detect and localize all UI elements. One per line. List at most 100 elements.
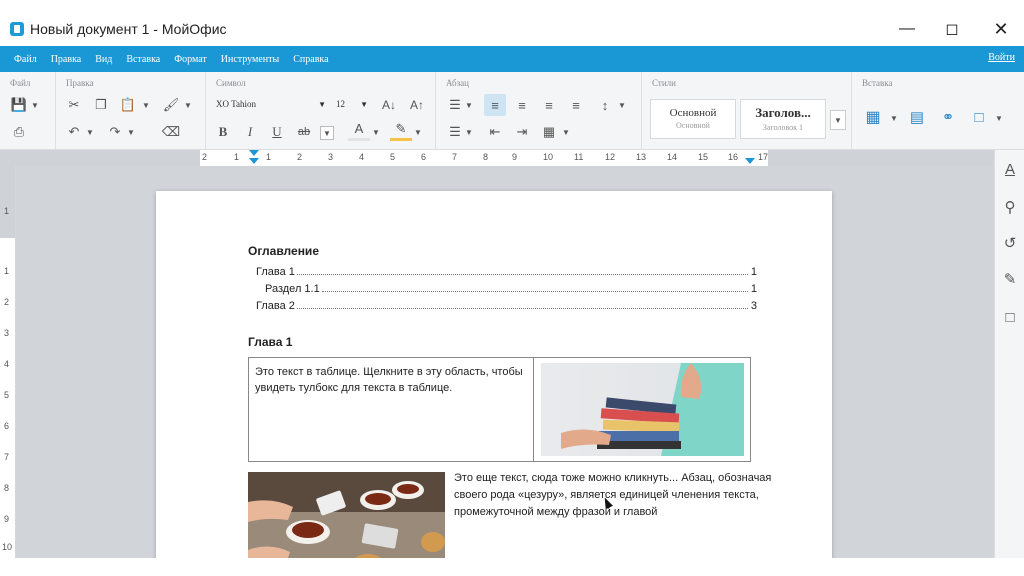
decrease-font-icon[interactable]: A↓ bbox=[378, 94, 400, 116]
menu-edit[interactable]: Правка bbox=[51, 54, 82, 65]
decrease-indent-icon[interactable]: ⇤ bbox=[484, 121, 506, 143]
vruler-tick-label: 1 bbox=[4, 206, 10, 216]
line-spacing-icon[interactable]: ↕ bbox=[594, 94, 616, 116]
chapter-heading[interactable]: Глава 1 bbox=[248, 335, 292, 349]
ruler-tick-label: 1 bbox=[234, 152, 240, 162]
print-icon[interactable]: ⎙ bbox=[8, 121, 30, 143]
align-justify-icon[interactable]: ≡ bbox=[565, 94, 587, 116]
horizontal-ruler[interactable]: 2 1 1 2 3 4 5 6 7 8 9 10 11 12 13 14 15 … bbox=[0, 150, 994, 166]
ruler-tick-label: 5 bbox=[390, 152, 396, 162]
table-cell-text[interactable]: Это текст в таблице. Щелкните в эту обла… bbox=[255, 364, 535, 396]
font-size-select[interactable]: 12 ▼ bbox=[336, 94, 368, 114]
italic-button[interactable]: I bbox=[239, 121, 261, 143]
group-file: Файл 💾 ▼ ⎙ bbox=[0, 72, 56, 150]
font-name-dropdown-icon[interactable]: ▼ bbox=[318, 100, 326, 109]
menu-view[interactable]: Вид bbox=[95, 54, 112, 65]
style-normal[interactable]: Основной Основной bbox=[650, 99, 736, 139]
font-name-select[interactable]: XO Tahion ▼ bbox=[216, 94, 326, 114]
copy-icon[interactable]: ❐ bbox=[90, 94, 112, 116]
document-icon[interactable]: □ bbox=[1001, 308, 1019, 326]
group-edit-label: Правка bbox=[66, 78, 94, 88]
insert-comment-dropdown-icon[interactable]: ▼ bbox=[995, 114, 1003, 123]
login-link[interactable]: Войти bbox=[988, 52, 1015, 63]
books-photo[interactable] bbox=[541, 363, 744, 456]
font-size-dropdown-icon[interactable]: ▼ bbox=[360, 100, 368, 109]
insert-table-dropdown-icon[interactable]: ▼ bbox=[890, 114, 898, 123]
format-painter-icon[interactable]: 🖌 bbox=[160, 94, 182, 116]
line-spacing-dropdown-icon[interactable]: ▼ bbox=[618, 101, 626, 110]
styles-more-icon[interactable]: ▼ bbox=[830, 110, 846, 130]
vertical-ruler[interactable]: 1 1 2 3 4 5 6 7 8 9 10 bbox=[0, 166, 16, 558]
group-insert: Вставка ▦ ▼ ▤ ⚭ □ ▼ bbox=[852, 72, 1024, 150]
numbered-list-dropdown-icon[interactable]: ▼ bbox=[465, 128, 473, 137]
review-icon[interactable]: ✎ bbox=[1001, 270, 1019, 288]
save-icon[interactable]: 💾 bbox=[8, 94, 30, 116]
paragraph-spacing-icon[interactable]: ▦ bbox=[538, 121, 560, 143]
font-color-dropdown-icon[interactable]: ▼ bbox=[372, 128, 380, 137]
insert-table-icon[interactable]: ▦ bbox=[862, 106, 884, 128]
ruler-tick-label: 2 bbox=[297, 152, 303, 162]
save-dropdown-icon[interactable]: ▼ bbox=[31, 101, 39, 110]
numbered-list-icon[interactable]: ☰ bbox=[444, 121, 466, 143]
menu-insert[interactable]: Вставка bbox=[126, 54, 160, 65]
ruler-tick-label: 15 bbox=[698, 152, 709, 162]
menu-tools[interactable]: Инструменты bbox=[221, 54, 279, 65]
document-table[interactable]: Это текст в таблице. Щелкните в эту обла… bbox=[248, 357, 751, 462]
insert-image-icon[interactable]: ▤ bbox=[906, 106, 928, 128]
ruler-tick-label: 8 bbox=[483, 152, 489, 162]
menu-file[interactable]: Файл bbox=[14, 54, 37, 65]
minimize-button[interactable]: — bbox=[884, 12, 930, 46]
document-page[interactable]: Оглавление Глава 1 1 Раздел 1.1 1 Глава … bbox=[156, 191, 832, 558]
document-canvas[interactable]: Оглавление Глава 1 1 Раздел 1.1 1 Глава … bbox=[16, 166, 994, 558]
toc-entry[interactable]: Раздел 1.1 1 bbox=[265, 283, 757, 295]
undo-dropdown-icon[interactable]: ▼ bbox=[86, 128, 94, 137]
paragraph-spacing-dropdown-icon[interactable]: ▼ bbox=[562, 128, 570, 137]
bullet-list-icon[interactable]: ☰ bbox=[444, 94, 466, 116]
group-styles: Стили Основной Основной Заголов... Загол… bbox=[642, 72, 852, 150]
strikethrough-button[interactable]: ab bbox=[293, 121, 315, 143]
underline-button[interactable]: U bbox=[266, 121, 288, 143]
maximize-button[interactable]: ◻ bbox=[929, 12, 975, 46]
font-color-button[interactable]: A bbox=[348, 119, 370, 141]
toc-title[interactable]: Оглавление bbox=[248, 244, 319, 258]
bullet-list-dropdown-icon[interactable]: ▼ bbox=[465, 101, 473, 110]
undo-icon[interactable]: ↶ bbox=[63, 121, 85, 143]
first-line-indent-marker[interactable] bbox=[249, 150, 259, 156]
insert-comment-icon[interactable]: □ bbox=[968, 106, 990, 128]
bold-button[interactable]: B bbox=[212, 121, 234, 143]
eraser-icon[interactable]: ⌫ bbox=[160, 121, 182, 143]
text-effects-dropdown-icon[interactable]: ▼ bbox=[320, 126, 334, 140]
increase-font-icon[interactable]: A↑ bbox=[406, 94, 428, 116]
left-indent-marker[interactable] bbox=[249, 158, 259, 164]
highlight-dropdown-icon[interactable]: ▼ bbox=[414, 128, 422, 137]
toc-entry[interactable]: Глава 1 1 bbox=[256, 266, 757, 278]
menu-help[interactable]: Справка bbox=[293, 54, 328, 65]
align-center-icon[interactable]: ≡ bbox=[511, 94, 533, 116]
vruler-tick-label: 5 bbox=[4, 390, 10, 400]
body-paragraph[interactable]: Это еще текст, сюда тоже можно кликнуть.… bbox=[454, 470, 786, 521]
search-icon[interactable]: ⚲ bbox=[1001, 198, 1019, 216]
format-painter-dropdown-icon[interactable]: ▼ bbox=[184, 101, 192, 110]
cut-icon[interactable]: ✂ bbox=[63, 94, 85, 116]
vruler-tick-label: 2 bbox=[4, 297, 10, 307]
text-properties-icon[interactable]: A bbox=[1001, 160, 1019, 178]
paste-icon[interactable]: 📋 bbox=[117, 94, 139, 116]
ruler-tick-label: 1 bbox=[266, 152, 272, 162]
menu-format[interactable]: Формат bbox=[174, 54, 207, 65]
redo-icon[interactable]: ↷ bbox=[104, 121, 126, 143]
paste-dropdown-icon[interactable]: ▼ bbox=[142, 101, 150, 110]
vruler-tick-label: 1 bbox=[4, 266, 10, 276]
tea-photo[interactable] bbox=[248, 472, 445, 558]
font-name-value: XO Tahion bbox=[216, 99, 256, 109]
close-button[interactable]: ✕ bbox=[978, 12, 1024, 46]
history-icon[interactable]: ↺ bbox=[1001, 234, 1019, 252]
redo-dropdown-icon[interactable]: ▼ bbox=[127, 128, 135, 137]
align-left-icon[interactable]: ≡ bbox=[484, 94, 506, 116]
highlight-icon[interactable]: ✎ bbox=[390, 119, 412, 141]
right-indent-marker[interactable] bbox=[745, 158, 755, 164]
align-right-icon[interactable]: ≡ bbox=[538, 94, 560, 116]
insert-link-icon[interactable]: ⚭ bbox=[937, 106, 959, 128]
increase-indent-icon[interactable]: ⇥ bbox=[511, 121, 533, 143]
style-heading1[interactable]: Заголов... Заголовок 1 bbox=[740, 99, 826, 139]
toc-entry[interactable]: Глава 2 3 bbox=[256, 300, 757, 312]
